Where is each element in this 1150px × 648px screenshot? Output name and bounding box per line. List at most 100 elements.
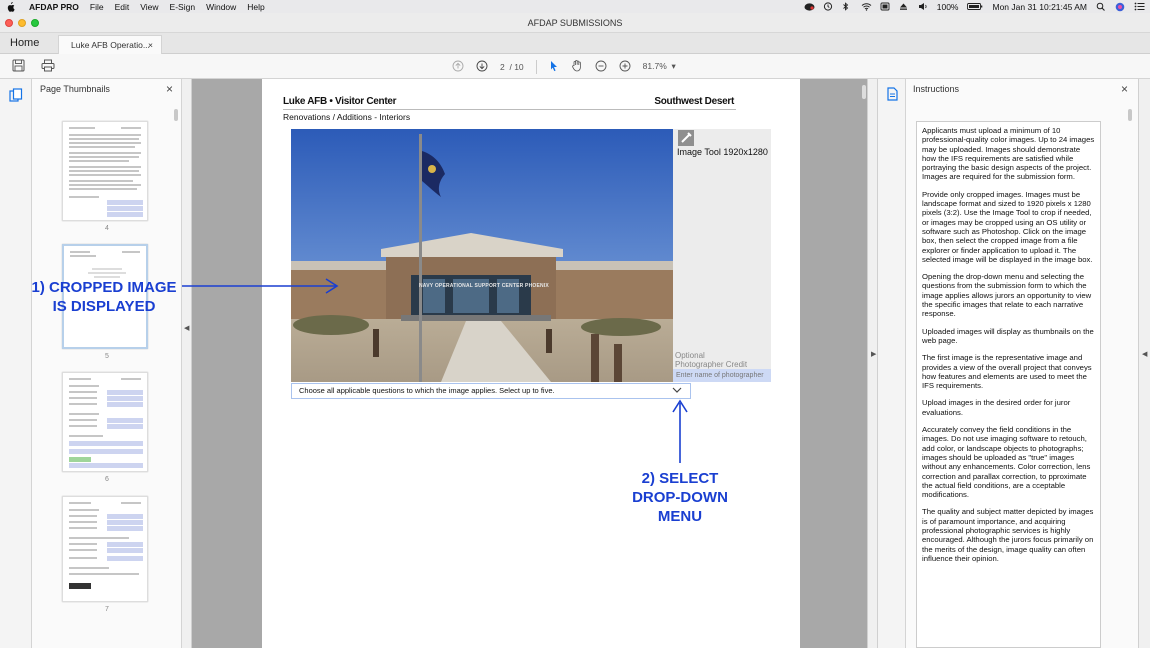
annotation-cropped-image: 1) CROPPED IMAGE IS DISPLAYED [22,278,186,316]
current-page[interactable]: 2 [500,62,505,72]
siri-icon[interactable] [1115,2,1125,12]
category-label: Renovations / Additions - Interiors [283,112,411,122]
time-machine-icon[interactable] [823,2,833,11]
zoom-in-icon[interactable] [619,60,631,74]
tab-document[interactable]: Luke AFB Operatio... × [58,35,162,54]
right-tool-rail [878,79,906,648]
building-sign-text: NAVY OPERATIONAL SUPPORT CENTER PHOENIX [419,283,549,289]
collapse-far-right-panel[interactable]: ◀ [1138,79,1150,648]
tab-home[interactable]: Home [10,37,39,49]
menu-window[interactable]: Window [206,2,236,12]
zoom-window-button[interactable] [31,19,39,27]
pdf-page: Luke AFB • Visitor Center Southwest Dese… [262,79,800,648]
window-controls [5,19,39,27]
apple-icon[interactable] [6,1,15,12]
minimize-window-button[interactable] [18,19,26,27]
creative-cloud-icon[interactable] [804,2,815,11]
menubar-clock[interactable]: Mon Jan 31 10:21:45 AM [992,2,1087,12]
volume-icon[interactable] [918,2,928,11]
instruction-paragraph: Uploaded images will display as thumbnai… [922,326,1094,345]
photo-credit-label: Optional Photographer Credit [675,351,747,369]
uploaded-image-box[interactable]: NAVY OPERATIONAL SUPPORT CENTER PHOENIX [291,129,673,382]
select-tool-icon[interactable] [549,60,559,74]
eject-icon[interactable] [899,2,909,11]
system-menubar: AFDAP PRO File Edit View E-Sign Window H… [0,0,1150,13]
hand-tool-icon[interactable] [571,59,583,74]
bluetooth-icon[interactable] [842,2,852,11]
window-title: AFDAP SUBMISSIONS [527,18,623,28]
optional-label: Optional [675,351,705,360]
thumbnail-page-number: 4 [105,225,109,232]
zoom-caret-icon: ▾ [671,61,676,71]
page-thumbnail-4[interactable] [62,121,148,221]
photographer-credit-input[interactable]: Enter name of photographer [673,369,771,382]
panel-title: Page Thumbnails [40,84,110,94]
page-number-input[interactable]: 2 / 10 [500,62,524,72]
dropdown-prompt: Choose all applicable questions to which… [299,386,555,395]
annotation-line: 1) CROPPED IMAGE [31,279,177,296]
page-navigation: 2 / 10 81.7% ▾ [452,58,676,75]
collapse-right-panel[interactable]: ▶ [867,79,878,648]
instructions-panel: Instructions × Applicants must upload a … [906,79,1138,648]
chevron-left-icon: ◀ [1142,351,1148,358]
thumbnail-page-number: 7 [105,606,109,613]
instruction-paragraph: Accurately convey the field conditions i… [922,425,1091,500]
close-thumbnails-icon[interactable]: × [166,82,173,96]
close-instructions-icon[interactable]: × [1121,82,1128,96]
instructions-scrollbar[interactable] [1128,109,1132,121]
instruction-paragraph: Upload images in the desired order for j… [922,398,1071,417]
thumbnail-page-number: 5 [105,353,109,360]
page-thumbnails-icon[interactable] [9,88,23,107]
display-icon[interactable] [880,2,890,11]
save-icon[interactable] [12,59,26,73]
credit-label: Photographer Credit [675,360,748,369]
menu-help[interactable]: Help [247,2,264,12]
spotlight-search-icon[interactable] [1096,2,1106,11]
arrow-right-icon [182,278,339,294]
applicable-questions-dropdown[interactable]: Choose all applicable questions to which… [291,383,691,399]
collapse-left-panel[interactable]: ◀ [182,79,192,648]
instruction-paragraph: Opening the drop-down menu and selecting… [922,272,1092,319]
region-label: Southwest Desert [654,96,734,107]
menu-file[interactable]: File [90,2,104,12]
instruction-paragraph: Provide only cropped images. Images must… [922,189,1093,264]
instruction-paragraph: Applicants must upload a minimum of 10 p… [922,126,1095,182]
image-tool-label: Image Tool 1920x1280 [677,147,768,157]
page-thumbnails-panel: Page Thumbnails × 4 5 6 7 [32,79,182,648]
battery-percent: 100% [936,1,959,12]
wifi-icon[interactable] [861,2,872,11]
instructions-text: Applicants must upload a minimum of 10 p… [916,121,1101,648]
instructions-icon[interactable] [886,87,899,106]
annotation-line: 2) SELECT [641,470,719,487]
chevron-down-icon[interactable] [672,384,682,398]
zoom-level: 81.7% [642,61,667,71]
close-window-button[interactable] [5,19,13,27]
zoom-level-select[interactable]: 81.7% ▾ [643,61,676,72]
battery-icon[interactable] [967,2,983,11]
menu-app-name[interactable]: AFDAP PRO [29,2,79,12]
menu-esign[interactable]: E-Sign [170,2,196,12]
panel-title: Instructions [913,84,960,94]
thumbnail-page-number: 6 [105,476,109,483]
previous-page-icon[interactable] [452,60,464,74]
annotation-line: DROP-DOWN [632,489,728,506]
project-name: Luke AFB • Visitor Center [283,96,397,107]
toolbar-divider [535,59,537,74]
zoom-out-icon[interactable] [595,60,607,74]
notification-center-icon[interactable] [1134,2,1145,11]
page-thumbnail-6[interactable] [62,372,148,472]
document-scrollbar[interactable] [862,85,866,99]
menu-view[interactable]: View [140,2,158,12]
next-page-icon[interactable] [476,60,488,74]
arrow-up-icon [672,399,688,463]
annotation-dropdown: 2) SELECT DROP-DOWN MENU [600,469,760,526]
status-area: 100% Mon Jan 31 10:21:45 AM [804,0,1145,13]
print-icon[interactable] [41,59,55,73]
instruction-paragraph: The quality and subject matter depicted … [922,507,1094,563]
image-tool-panel: Image Tool 1920x1280 Optional Photograph… [673,129,771,382]
header-divider [283,109,736,110]
tab-close-icon[interactable]: × [148,36,153,54]
menu-edit[interactable]: Edit [115,2,130,12]
page-thumbnail-7[interactable] [62,496,148,602]
annotation-line: IS DISPLAYED [52,298,156,315]
